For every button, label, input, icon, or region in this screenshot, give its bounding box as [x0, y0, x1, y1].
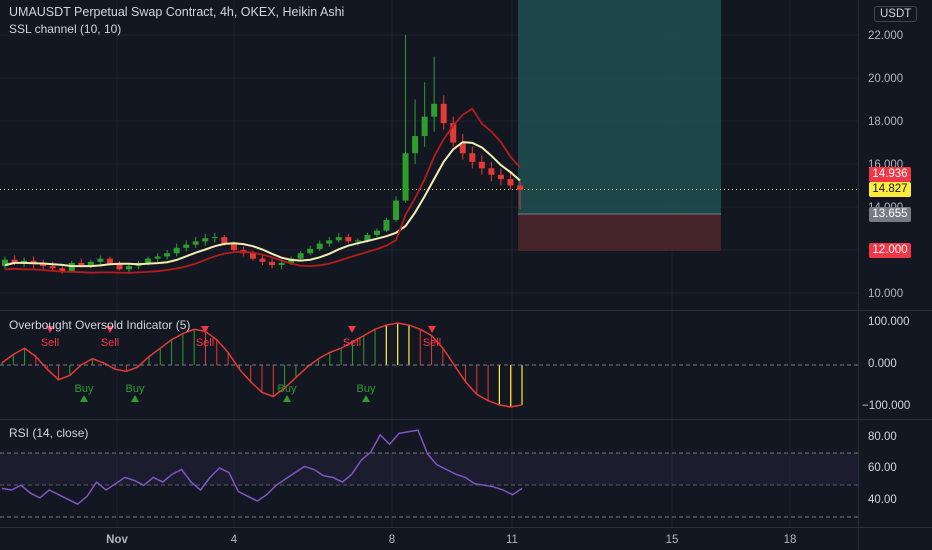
currency-button[interactable]: USDT — [874, 6, 918, 22]
candle-body — [421, 116, 428, 137]
candle-body — [402, 153, 409, 201]
pane-separator-1[interactable] — [0, 310, 932, 311]
candle-body — [469, 153, 476, 162]
candle-body — [145, 258, 152, 263]
candle-body — [269, 261, 276, 266]
time-tick: 8 — [389, 534, 395, 546]
candle-body — [87, 261, 94, 266]
osc-tick-0: 0.000 — [868, 358, 897, 370]
chart-title: UMAUSDT Perpetual Swap Contract, 4h, OKE… — [9, 5, 345, 19]
candle-body — [278, 262, 285, 266]
ssl-indicator-label[interactable]: SSL channel (10, 10) — [9, 22, 121, 36]
buy-arrow-icon — [362, 395, 370, 402]
candle-body — [497, 174, 504, 180]
time-axis-border — [0, 527, 932, 528]
candle-body — [412, 136, 419, 154]
candle-body — [125, 266, 132, 270]
ssl-down-line — [4, 107, 521, 274]
candle-body — [440, 103, 447, 124]
candle-body — [354, 240, 361, 242]
time-tick: Nov — [106, 534, 128, 546]
rsi-tick-80: 80.00 — [868, 431, 897, 443]
candle-body — [345, 237, 352, 242]
candle-body — [373, 230, 380, 235]
sell-label: Sell — [423, 337, 441, 349]
candle-body — [431, 103, 438, 117]
candle-body — [297, 253, 304, 259]
sell-arrow-icon — [428, 326, 436, 333]
candle-body — [507, 179, 514, 186]
candle-body — [183, 244, 190, 248]
candle-body — [488, 168, 495, 175]
candle-body — [78, 262, 85, 266]
buy-label: Buy — [126, 383, 145, 395]
ssl-up-line — [4, 141, 521, 268]
pane-separator-2[interactable] — [0, 419, 932, 420]
candle-body — [393, 200, 400, 220]
candle-body — [230, 243, 237, 250]
candle-body — [307, 248, 314, 254]
candle-body — [383, 219, 390, 231]
candle-body — [249, 253, 256, 259]
price-tick: 18.000 — [868, 116, 903, 128]
sell-label: Sell — [343, 337, 361, 349]
time-tick: 11 — [506, 534, 518, 546]
candle-body — [478, 161, 485, 169]
candle-body — [326, 240, 333, 244]
candle-body — [164, 253, 171, 257]
candle-body — [517, 185, 523, 190]
price-badge: 14.827 — [869, 182, 911, 197]
rsi-tick-60: 60.00 — [868, 462, 897, 474]
sell-label: Sell — [196, 337, 214, 349]
rsi-tick-40: 40.00 — [868, 494, 897, 506]
loss-zone — [518, 214, 721, 251]
candle-body — [154, 256, 161, 259]
candle-body — [335, 237, 342, 241]
candle-body — [97, 258, 104, 262]
candle-body — [202, 238, 209, 242]
osc-tick-neg100: −100.000 — [862, 400, 911, 412]
candle-body — [106, 258, 113, 264]
price-tick: 22.000 — [868, 30, 903, 42]
price-badge: 12.000 — [869, 243, 911, 258]
price-tick: 10.000 — [868, 288, 903, 300]
profit-zone — [518, 0, 721, 214]
candle-body — [316, 243, 323, 249]
buy-arrow-icon — [283, 395, 291, 402]
price-axis-border — [858, 0, 859, 550]
candle-body — [211, 237, 218, 239]
price-tick: 20.000 — [868, 73, 903, 85]
buy-label: Buy — [75, 383, 94, 395]
rsi-band — [0, 453, 858, 485]
candle-body — [221, 237, 228, 244]
candle-body — [259, 258, 266, 262]
time-tick: 4 — [231, 534, 238, 546]
candle-body — [192, 241, 199, 245]
price-axis-ticks: 22.00020.00018.00016.00014.00012.00010.0… — [868, 30, 903, 300]
rsi-title[interactable]: RSI (14, close) — [9, 426, 88, 440]
sell-label: Sell — [101, 337, 119, 349]
price-badge: 13.655 — [869, 207, 911, 222]
candles — [2, 35, 523, 274]
sell-label: Sell — [41, 337, 59, 349]
oscillator-title[interactable]: Overbought Oversold Indicator (5) — [9, 318, 190, 332]
buy-arrow-icon — [80, 395, 88, 402]
price-badge: 14.936 — [869, 167, 911, 182]
buy-label: Buy — [357, 383, 376, 395]
osc-tick-100: 100.000 — [868, 316, 910, 328]
sell-arrow-icon — [348, 326, 356, 333]
time-tick: 18 — [784, 534, 797, 546]
candle-body — [173, 247, 180, 254]
oscillator-markers: Sell Sell Sell Sell Sell Buy Buy Buy Buy — [41, 326, 441, 402]
buy-arrow-icon — [131, 395, 139, 402]
buy-label: Buy — [278, 383, 297, 395]
time-tick: 15 — [666, 534, 679, 546]
candle-body — [49, 266, 56, 269]
sell-arrow-icon — [201, 326, 209, 333]
time-axis-ticks: Nov 4 8 11 15 18 — [106, 534, 796, 546]
candle-body — [68, 262, 75, 272]
price-chart[interactable]: Sell Sell Sell Sell Sell Buy Buy Buy Buy 22.000 2… — [0, 0, 932, 550]
